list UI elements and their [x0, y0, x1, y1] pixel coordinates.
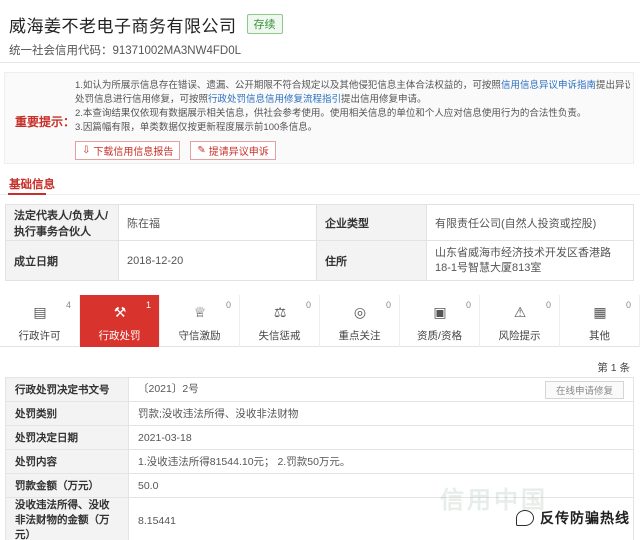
- reward-icon: ♕: [193, 304, 207, 320]
- footer-mark: 反传防骗热线: [516, 508, 630, 528]
- gavel-icon: ⚒: [113, 304, 127, 320]
- penalty-doc-cell: 〔2021〕2号 在线申请修复: [128, 377, 634, 402]
- tab-count: 0: [625, 300, 631, 310]
- license-icon: ▤: [33, 304, 47, 320]
- fine-amount-label: 罚款金额（万元）: [5, 473, 129, 498]
- notice-buttons: ⇩ 下载信用信息报告 ✎ 提请异议申诉: [75, 141, 276, 160]
- company-header: 威海姜不老电子商务有限公司 存续: [9, 13, 283, 36]
- page: 威海姜不老电子商务有限公司 存续 统一社会信用代码：91371002MA3NW4…: [0, 0, 640, 540]
- notice-text: 提出异议申诉；如需对相关行政: [595, 80, 630, 91]
- tab-count: 0: [385, 300, 391, 310]
- tab-qualification[interactable]: 0 ▣ 资质/资格: [400, 295, 480, 347]
- penalty-content-label: 处罚内容: [5, 449, 129, 474]
- notice-box: 重要提示： 1.如认为所展示信息存在错误、遗漏、公开期限不符合规定以及其他侵犯信…: [4, 72, 634, 164]
- apply-repair-button[interactable]: 在线申请修复: [544, 380, 624, 399]
- tab-count: 0: [545, 300, 551, 310]
- penalty-date-label: 处罚决定日期: [5, 425, 129, 450]
- notice-label: 重要提示：: [15, 115, 76, 129]
- notice-line-1: 1.如认为所展示信息存在错误、遗漏、公开期限不符合规定以及其他侵犯信息主体合法权…: [75, 79, 630, 93]
- appeal-label: 提请异议申诉: [208, 147, 269, 158]
- other-icon: ▦: [593, 304, 607, 320]
- fine-amount-value: 50.0: [128, 473, 634, 498]
- confiscation-label: 没收违法所得、没收非法财物的金额（万元）: [5, 497, 129, 540]
- penalty-category-label: 处罚类别: [5, 401, 129, 426]
- category-tabs: 4 ▤ 行政许可 1 ⚒ 行政处罚 0 ♕ 守信激励 0 ⚖ 失信惩戒 0 ◎ …: [0, 295, 640, 347]
- divider: [0, 62, 640, 63]
- edit-icon: ✎: [197, 145, 206, 156]
- alarm-icon: ⚠: [513, 304, 527, 320]
- credit-code: 统一社会信用代码：91371002MA3NW4FD0L: [9, 45, 241, 57]
- tab-risk-alert[interactable]: 0 ⚠ 风险提示: [480, 295, 560, 347]
- tab-label: 守信激励: [178, 330, 221, 342]
- tab-admin-penalty[interactable]: 1 ⚒ 行政处罚: [80, 295, 160, 347]
- notice-text: 提出信用修复申请。: [341, 94, 427, 105]
- download-report-button[interactable]: ⇩ 下载信用信息报告: [75, 141, 181, 160]
- basic-info-title: 基础信息: [9, 179, 55, 191]
- company-type-label: 企业类型: [316, 204, 427, 241]
- legal-rep-label: 法定代表人/负责人/执行事务合伙人: [5, 204, 119, 241]
- tab-admin-license[interactable]: 4 ▤ 行政许可: [0, 295, 80, 347]
- record-count: 第 1 条: [597, 362, 630, 374]
- company-name: 威海姜不老电子商务有限公司: [9, 16, 237, 36]
- status-badge: 存续: [246, 14, 283, 34]
- chat-bubble-icon: [516, 510, 534, 526]
- basic-info-table: 法定代表人/负责人/执行事务合伙人 陈在福 企业类型 有限责任公司(自然人投资或…: [5, 204, 634, 281]
- appeal-button[interactable]: ✎ 提请异议申诉: [190, 141, 276, 160]
- founding-date-value: 2018-12-20: [118, 240, 317, 281]
- tab-discredit-punish[interactable]: 0 ⚖ 失信惩戒: [240, 295, 320, 347]
- notice-body: 1.如认为所展示信息存在错误、遗漏、公开期限不符合规定以及其他侵犯信息主体合法权…: [75, 79, 630, 135]
- tab-count: 0: [225, 300, 231, 310]
- tab-count: 0: [305, 300, 311, 310]
- table-row: 处罚内容 1.没收违法所得81544.10元； 2.罚款50万元。: [5, 449, 634, 474]
- tab-key-focus[interactable]: 0 ◎ 重点关注: [320, 295, 400, 347]
- tab-label: 行政许可: [18, 330, 61, 342]
- tab-label: 风险提示: [498, 330, 541, 342]
- table-row: 行政处罚决定书文号 〔2021〕2号 在线申请修复: [5, 377, 634, 402]
- qualification-icon: ▣: [433, 304, 447, 320]
- company-type-value: 有限责任公司(自然人投资或控股): [426, 204, 634, 241]
- tab-label: 资质/资格: [417, 330, 462, 342]
- penalty-doc-label: 行政处罚决定书文号: [5, 377, 129, 402]
- notice-text: 处罚信息进行信用修复，可按照: [75, 94, 209, 105]
- section-underline: [8, 193, 46, 195]
- table-row: 法定代表人/负责人/执行事务合伙人 陈在福 企业类型 有限责任公司(自然人投资或…: [5, 204, 634, 241]
- tab-count: 4: [65, 300, 71, 310]
- download-icon: ⇩: [82, 145, 91, 156]
- tab-count: 1: [145, 300, 151, 310]
- tab-label: 失信惩戒: [258, 330, 301, 342]
- legal-rep-value: 陈在福: [118, 204, 317, 241]
- table-row: 处罚类别 罚款;没收违法所得、没收非法财物: [5, 401, 634, 426]
- address-label: 住所: [316, 240, 427, 281]
- table-row: 成立日期 2018-12-20 住所 山东省威海市经济技术开发区香港路18-1号…: [5, 240, 634, 281]
- repair-guide-link[interactable]: 行政处罚信息信用修复流程指引: [208, 94, 341, 105]
- tab-other[interactable]: 0 ▦ 其他: [560, 295, 640, 347]
- tab-label: 行政处罚: [98, 330, 141, 342]
- tab-count: 0: [465, 300, 471, 310]
- address-value: 山东省威海市经济技术开发区香港路18-1号智慧大厦813室: [426, 240, 634, 281]
- notice-text: 1.如认为所展示信息存在错误、遗漏、公开期限不符合规定以及其他侵犯信息主体合法权…: [75, 80, 501, 91]
- founding-date-label: 成立日期: [5, 240, 119, 281]
- tab-trust-reward[interactable]: 0 ♕ 守信激励: [160, 295, 240, 347]
- penalty-category-value: 罚款;没收违法所得、没收非法财物: [128, 401, 634, 426]
- section-divider: [0, 194, 640, 195]
- appeal-guide-link[interactable]: 信用信息异议申诉指南: [501, 80, 596, 91]
- target-icon: ◎: [353, 304, 367, 320]
- penalty-content-value: 1.没收违法所得81544.10元； 2.罚款50万元。: [128, 449, 634, 474]
- download-report-label: 下载信用信息报告: [93, 147, 174, 158]
- penalty-date-value: 2021-03-18: [128, 425, 634, 450]
- notice-line-3: 3.因篇幅有限，单类数据仅按更新程度展示前100条信息。: [75, 122, 318, 133]
- tab-label: 其他: [589, 330, 610, 342]
- table-row: 处罚决定日期 2021-03-18: [5, 425, 634, 450]
- footer-text: 反传防骗热线: [540, 510, 630, 526]
- penalty-doc-value: 〔2021〕2号: [138, 382, 199, 395]
- notice-line-1c: 处罚信息进行信用修复，可按照行政处罚信息信用修复流程指引提出信用修复申请。: [75, 93, 630, 107]
- scale-icon: ⚖: [273, 304, 287, 320]
- tab-label: 重点关注: [338, 330, 381, 342]
- notice-line-2: 2.本查询结果仅依现有数据展示相关信息，供社会参考使用。使用相关信息的单位和个人…: [75, 108, 587, 119]
